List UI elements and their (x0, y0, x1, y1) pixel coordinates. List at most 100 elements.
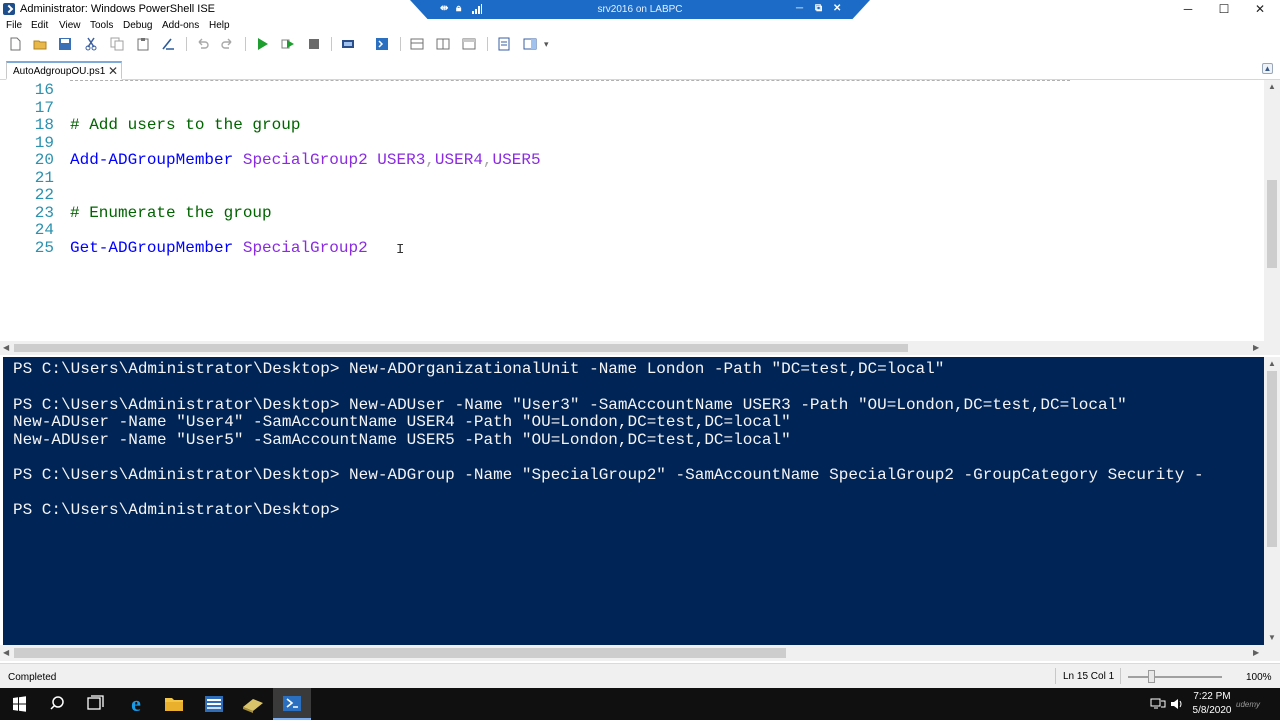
network-icon[interactable] (1150, 697, 1166, 711)
cut-icon[interactable] (84, 37, 98, 51)
window-title: Administrator: Windows PowerShell ISE (20, 3, 216, 15)
show-command-addon-icon[interactable] (523, 37, 537, 51)
argument-token: USER3 (377, 151, 426, 169)
text-cursor-icon: I (396, 242, 405, 258)
scroll-thumb[interactable] (14, 344, 908, 352)
argument-token: USER4 (434, 151, 483, 169)
remote-minimize-button[interactable]: ─ (796, 3, 803, 14)
console-line: New-ADUser -Name "User4" -SamAccountName… (13, 413, 791, 431)
open-folder-icon[interactable] (33, 37, 47, 51)
scroll-left-icon[interactable]: ◀ (3, 648, 9, 657)
scroll-thumb[interactable] (14, 648, 786, 658)
save-icon[interactable] (58, 37, 72, 51)
undo-icon[interactable] (195, 37, 209, 51)
remote-close-button[interactable]: ✕ (833, 3, 841, 14)
stop-icon[interactable] (307, 37, 321, 51)
clock-date[interactable]: 5/8/2020 (1192, 705, 1232, 716)
udemy-watermark: udemy (1236, 700, 1261, 709)
zoom-slider-track[interactable] (1128, 676, 1222, 678)
scroll-down-icon[interactable]: ▼ (1268, 633, 1276, 642)
scroll-left-icon[interactable]: ◀ (3, 343, 9, 352)
argument-token: USER5 (492, 151, 541, 169)
show-script-pane-maximized-icon[interactable] (462, 37, 476, 51)
tab-autoadgroupou[interactable]: AutoAdgroupOU.ps1 ✕ (6, 61, 122, 80)
argument-token: SpecialGroup2 (242, 151, 368, 169)
cmdlet-token: Add-ADGroupMember (70, 151, 234, 169)
line-number: 23 (34, 203, 54, 222)
menu-view[interactable]: View (59, 20, 81, 31)
clock-time[interactable]: 7:22 PM (1192, 691, 1232, 702)
console-horizontal-scrollbar[interactable]: ◀ ▶ (0, 645, 1280, 661)
show-script-pane-top-icon[interactable] (410, 37, 424, 51)
menu-help[interactable]: Help (209, 20, 230, 31)
taskbar-server-manager[interactable] (195, 688, 233, 720)
run-selection-icon[interactable] (281, 37, 295, 51)
internet-explorer-icon: e (131, 691, 141, 716)
task-view-button[interactable] (76, 688, 114, 720)
script-tab-strip: AutoAdgroupOU.ps1 ✕ ▲ (0, 54, 1280, 80)
line-number: 21 (34, 168, 54, 187)
start-button[interactable] (0, 688, 38, 720)
taskbar-file-explorer[interactable] (155, 688, 193, 720)
clipped-line-fragment (70, 80, 1070, 82)
run-script-icon[interactable] (255, 37, 269, 51)
scroll-up-icon[interactable]: ▲ (1268, 359, 1276, 368)
task-view-icon (87, 695, 104, 710)
line-number: 18 (34, 116, 54, 134)
menu-addons[interactable]: Add-ons (162, 20, 199, 31)
show-script-pane-right-icon[interactable] (436, 37, 450, 51)
menu-bar: File Edit View Tools Debug Add-ons Help (0, 19, 1280, 34)
code-line-18: # Add users to the group (70, 116, 301, 134)
new-file-icon[interactable] (8, 37, 22, 51)
console-vertical-scrollbar[interactable]: ▲ ▼ (1264, 357, 1280, 645)
copy-icon[interactable] (110, 37, 124, 51)
taskbar-powershell-ise[interactable] (273, 688, 311, 720)
close-button[interactable]: ✕ (1242, 0, 1278, 19)
code-line-25: Get-ADGroupMember SpecialGroup2 (70, 238, 368, 257)
console-line: PS C:\Users\Administrator\Desktop> New-A… (13, 395, 1127, 414)
clear-console-icon[interactable] (161, 37, 175, 51)
editor-vertical-scrollbar[interactable]: ▲ (1264, 80, 1280, 342)
status-separator (1120, 668, 1121, 684)
menu-file[interactable]: File (6, 20, 22, 31)
status-text: Completed (8, 672, 57, 683)
editor-horizontal-scrollbar[interactable]: ◀ ▶ (0, 341, 1280, 355)
paste-icon[interactable] (136, 37, 150, 51)
menu-debug[interactable]: Debug (123, 20, 152, 31)
taskbar-ad-tools[interactable] (234, 688, 272, 720)
show-command-window-icon[interactable] (497, 37, 511, 51)
minimize-button[interactable]: ─ (1170, 0, 1206, 19)
line-number: 17 (34, 98, 54, 117)
console-prompt[interactable]: PS C:\Users\Administrator\Desktop> (13, 502, 339, 519)
volume-icon[interactable] (1170, 697, 1184, 711)
toolbar-overflow-icon[interactable]: ▾ (544, 39, 558, 53)
scroll-thumb[interactable] (1267, 180, 1277, 268)
scroll-right-icon[interactable]: ▶ (1253, 648, 1259, 657)
comma-token: , (425, 151, 435, 169)
tab-close-icon[interactable]: ✕ (108, 64, 118, 78)
zoom-slider-thumb[interactable] (1148, 670, 1155, 683)
search-icon (50, 696, 64, 710)
search-button[interactable] (38, 688, 76, 720)
maximize-button[interactable]: ☐ (1206, 0, 1242, 19)
status-separator (1055, 668, 1056, 684)
menu-tools[interactable]: Tools (90, 20, 113, 31)
code-line-23: # Enumerate the group (70, 203, 272, 222)
remote-restore-button[interactable]: ⧉ (815, 3, 822, 14)
scroll-right-icon[interactable]: ▶ (1253, 343, 1259, 352)
line-number: 22 (34, 186, 54, 204)
collapse-script-pane-button[interactable]: ▲ (1262, 63, 1273, 74)
taskbar-internet-explorer[interactable]: e (117, 688, 155, 720)
server-manager-icon (205, 696, 223, 712)
start-powershell-icon[interactable] (375, 37, 389, 51)
cmdlet-token: Get-ADGroupMember (70, 238, 234, 257)
argument-token: SpecialGroup2 (242, 238, 368, 257)
active-directory-icon (243, 699, 263, 713)
redo-icon[interactable] (221, 37, 235, 51)
menu-edit[interactable]: Edit (31, 20, 48, 31)
new-remote-tab-icon[interactable] (341, 37, 355, 51)
console-pane[interactable]: PS C:\Users\Administrator\Desktop> New-A… (3, 357, 1264, 645)
scroll-up-icon[interactable]: ▲ (1268, 82, 1276, 91)
script-editor[interactable]: 16 17 18 19 20 21 22 23 24 25 # Add user… (0, 80, 1264, 342)
scroll-thumb[interactable] (1267, 371, 1277, 547)
